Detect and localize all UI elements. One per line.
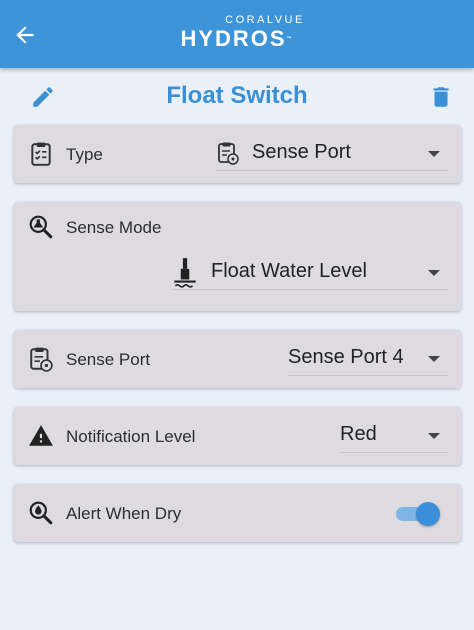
type-card: Type Sense Port — [14, 125, 461, 183]
brand-main-text: HYDROS™ — [0, 27, 474, 51]
water-search-icon — [29, 501, 53, 525]
sense-port-select[interactable]: Sense Port 4 — [288, 342, 448, 376]
sense-mode-value: Float Water Level — [211, 260, 367, 282]
sense-mode-select[interactable]: Float Water Level — [172, 256, 448, 290]
notification-level-select[interactable]: Red — [340, 419, 448, 453]
title-bar: Float Switch — [0, 68, 474, 124]
type-value: Sense Port — [252, 141, 351, 163]
sense-mode-label: Sense Mode — [66, 218, 162, 237]
app-bar: CORALVUE HYDROS™ — [0, 0, 474, 68]
notification-level-value: Red — [340, 423, 377, 445]
type-select[interactable]: Sense Port — [216, 137, 448, 171]
page-title: Float Switch — [166, 82, 308, 109]
alert-when-dry-label: Alert When Dry — [66, 504, 182, 523]
chevron-down-icon — [428, 270, 440, 276]
sense-port-label: Sense Port — [66, 350, 151, 369]
chevron-down-icon — [428, 151, 440, 157]
clipboard-sensor-icon — [218, 142, 239, 165]
brand-name: HYDROS — [180, 26, 287, 51]
clipboard-sensor-icon — [30, 347, 53, 372]
chevron-down-icon — [428, 356, 440, 362]
brand-trademark: ™ — [286, 36, 294, 42]
clipboard-icon — [31, 142, 51, 166]
sense-port-value: Sense Port 4 — [288, 346, 404, 368]
type-label: Type — [66, 145, 103, 164]
brand-logo: CORALVUE HYDROS™ — [0, 14, 474, 51]
alert-when-dry-card: Alert When Dry — [14, 484, 461, 542]
alert-triangle-icon — [29, 425, 53, 446]
toggle-knob — [416, 502, 440, 526]
trash-icon[interactable] — [428, 84, 454, 110]
sense-mode-card: Sense Mode Float Water Level — [14, 202, 461, 311]
alert-when-dry-toggle[interactable] — [396, 501, 440, 527]
notification-level-card: Notification Level Red — [14, 407, 461, 465]
chevron-down-icon — [428, 433, 440, 439]
float-switch-icon — [174, 258, 196, 288]
flask-search-icon — [29, 215, 53, 239]
sense-port-card: Sense Port Sense Port 4 — [14, 330, 461, 388]
notification-level-label: Notification Level — [66, 427, 196, 446]
